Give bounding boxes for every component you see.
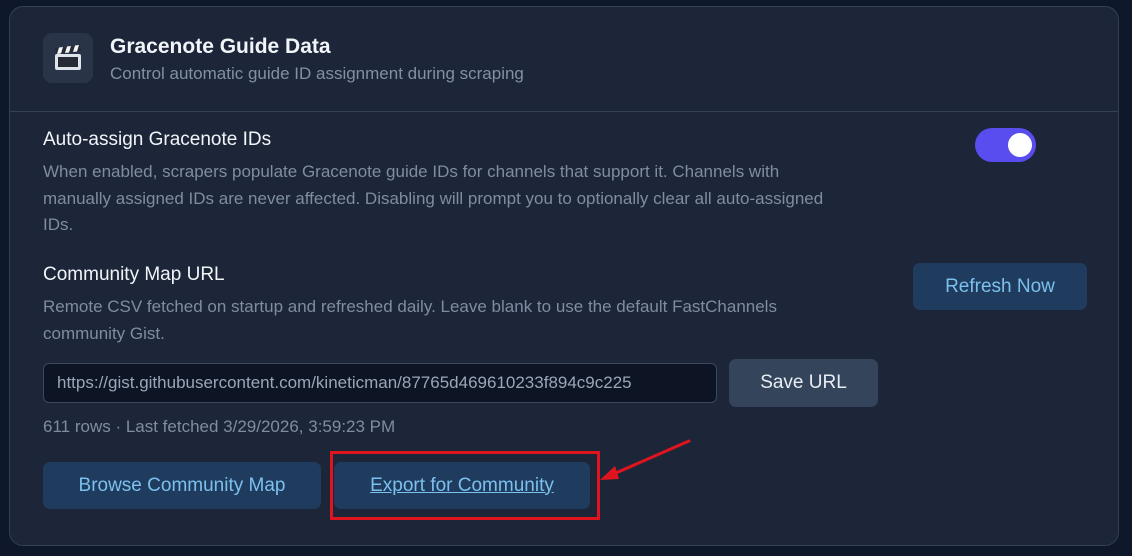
toggle-knob (1008, 133, 1032, 157)
community-map-description: Remote CSV fetched on startup and refres… (43, 294, 883, 347)
browse-community-map-button[interactable]: Browse Community Map (43, 462, 321, 509)
community-map-description-line: Remote CSV fetched on startup and refres… (43, 297, 777, 316)
auto-assign-description-line: manually assigned IDs are never affected… (43, 188, 824, 208)
refresh-now-button[interactable]: Refresh Now (913, 263, 1087, 310)
community-map-description-line: community Gist. (43, 323, 165, 343)
clapper-board-icon (43, 33, 93, 83)
community-map-title: Community Map URL (43, 264, 225, 285)
auto-assign-description-line: When enabled, scrapers populate Gracenot… (43, 162, 780, 181)
auto-assign-description: When enabled, scrapers populate Gracenot… (43, 159, 943, 239)
card-title: Gracenote Guide Data (110, 35, 331, 58)
community-map-fetch-status: 611 rows · Last fetched 3/29/2026, 3:59:… (43, 417, 396, 436)
community-map-url-input[interactable] (43, 363, 717, 403)
card-header: Gracenote Guide Data Control automatic g… (10, 7, 1118, 112)
card-subtitle: Control automatic guide ID assignment du… (110, 64, 524, 83)
annotation-highlight-box (330, 451, 600, 520)
auto-assign-toggle[interactable] (975, 128, 1036, 162)
gracenote-settings-card: Gracenote Guide Data Control automatic g… (9, 6, 1119, 546)
annotation-arrow-icon (600, 439, 691, 480)
auto-assign-description-line: IDs. (43, 215, 74, 234)
auto-assign-title: Auto-assign Gracenote IDs (43, 129, 272, 150)
save-url-button[interactable]: Save URL (729, 359, 878, 407)
